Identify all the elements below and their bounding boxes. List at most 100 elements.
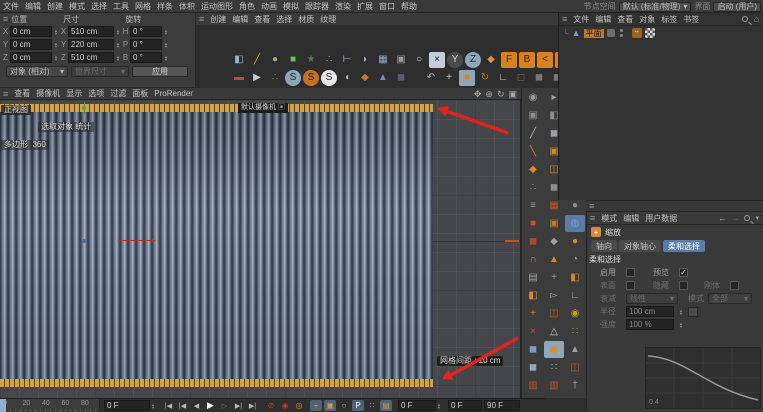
viewport-menu-item-3[interactable]: 选项	[85, 88, 107, 99]
rotation-b-stepper[interactable]: ▲▼	[163, 52, 169, 63]
zoom-icon[interactable]: ⊕	[485, 89, 493, 100]
front-icon[interactable]: F	[501, 52, 517, 68]
rigid-checkbox[interactable]	[730, 281, 739, 290]
main-menu-item-0[interactable]: 文件	[0, 1, 22, 12]
om-menu-item-3[interactable]: 对象	[636, 14, 658, 25]
goto-end-button[interactable]: ▶|	[246, 400, 259, 412]
key-scale-button[interactable]: ▣	[324, 400, 336, 411]
cube-1-icon[interactable]: ◼	[531, 70, 547, 86]
side-col2-icon-14[interactable]: ▣	[544, 341, 564, 358]
pleated-surface[interactable]	[0, 112, 433, 379]
light-icon[interactable]: ○	[411, 52, 427, 68]
side-col2-icon-15[interactable]: ∷	[544, 359, 564, 376]
handle-icon[interactable]: ⊢	[339, 52, 355, 68]
panel-grip[interactable]: ≡	[586, 200, 763, 212]
lock-icon[interactable]: ▾	[755, 214, 759, 222]
rotate-icon[interactable]: ↻	[477, 70, 493, 86]
goto-start-button[interactable]: |◀	[162, 400, 175, 412]
layer-toggle-icon[interactable]	[607, 29, 615, 37]
play-button[interactable]: ▶	[204, 400, 217, 412]
back-icon[interactable]: B	[519, 52, 535, 68]
visibility-dots[interactable]	[620, 29, 623, 37]
falloff-dropdown[interactable]: 线性▾	[626, 293, 678, 304]
ghost-cube-icon[interactable]: ◻	[513, 70, 529, 86]
side-col3-icon-16[interactable]: †	[565, 377, 585, 394]
phong-tag-icon[interactable]	[645, 28, 655, 38]
viewport-canvas[interactable]: ▸ 正视图 选取对象 统计 多边形 360 默认摄像机 ▣ 网格间距 : 10 …	[0, 100, 521, 398]
key-rotation-button[interactable]: ○	[338, 400, 350, 411]
size-y-stepper[interactable]: ▲▼	[115, 39, 121, 50]
s-blue-icon[interactable]: S	[285, 70, 301, 86]
side-col1-icon-12[interactable]: +	[523, 305, 543, 322]
side-col1-icon-14[interactable]: ◼	[523, 341, 543, 358]
corner-icon[interactable]: ∟	[495, 70, 511, 86]
side-col1-icon-4[interactable]: ◆	[523, 161, 543, 178]
material-menu-item-2[interactable]: 查看	[251, 14, 273, 25]
rotation-p-stepper[interactable]: ▲▼	[163, 39, 169, 50]
selected-polygons-top-band[interactable]	[0, 104, 433, 112]
main-menu-item-15[interactable]: 扩展	[354, 1, 376, 12]
rotation-b-field[interactable]: 0 °	[130, 52, 162, 63]
attr-menu-item-1[interactable]: 编辑	[620, 213, 642, 224]
rotate-view-icon[interactable]: ↻	[497, 89, 505, 100]
position-x-stepper[interactable]: ▲▼	[53, 26, 59, 37]
viewport-menu-item-2[interactable]: 显示	[63, 88, 85, 99]
main-menu-item-17[interactable]: 帮助	[398, 1, 420, 12]
position-x-field[interactable]: 0 cm	[10, 26, 52, 37]
cube-b-icon[interactable]: ◼	[393, 70, 409, 86]
camera-icon[interactable]: ▣	[393, 52, 409, 68]
table-icon[interactable]: ▦	[375, 52, 391, 68]
viewport-menu-item-5[interactable]: 面板	[129, 88, 151, 99]
rotation-h-stepper[interactable]: ▲▼	[163, 26, 169, 37]
clapper-icon[interactable]: ▬	[231, 70, 247, 86]
search-icon[interactable]	[744, 215, 750, 221]
om-menu-item-4[interactable]: 标签	[658, 14, 680, 25]
side-col1-icon-16[interactable]: ▥	[523, 377, 543, 394]
blade-icon[interactable]: ◗	[357, 52, 373, 68]
side-col2-icon-10[interactable]: +	[544, 269, 564, 286]
add-icon[interactable]: +	[441, 70, 457, 86]
autokey-button[interactable]: ◉	[279, 400, 291, 411]
strength-field[interactable]: 100 %	[626, 319, 674, 330]
side-col1-icon-3[interactable]: ╲	[523, 143, 543, 160]
material-menu-item-0[interactable]: 创建	[207, 14, 229, 25]
pyramid-icon[interactable]: ▲	[375, 70, 391, 86]
apply-button[interactable]: 应用	[132, 66, 188, 77]
horn-icon[interactable]: ◖	[339, 70, 355, 86]
prev-frame-button[interactable]: ◀	[190, 400, 203, 412]
material-menu-item-3[interactable]: 选择	[273, 14, 295, 25]
object-row[interactable]: └ ▲ 平面 ••	[559, 26, 763, 40]
play-ghost-button[interactable]: ▷	[218, 400, 231, 412]
side-col1-icon-11[interactable]: ◧	[523, 287, 543, 304]
undo-icon[interactable]: ↶	[423, 70, 439, 86]
main-menu-item-10[interactable]: 角色	[236, 1, 258, 12]
enable-checkbox[interactable]	[626, 268, 635, 277]
viewport-menu-hamburger-icon[interactable]: ≡	[0, 89, 11, 99]
frame-display-field[interactable]: 0 F	[398, 400, 436, 411]
side-col3-icon-10[interactable]: ◧	[565, 269, 585, 286]
side-col3-icon-9[interactable]: ◔	[565, 251, 585, 268]
pleated-object[interactable]	[0, 104, 433, 387]
home-icon[interactable]: ⌂	[754, 14, 759, 24]
axis-y-icon[interactable]: Y	[447, 52, 463, 68]
side-col3-icon-7[interactable]: ◍	[565, 215, 585, 232]
attr-menu-item-2[interactable]: 用户数据	[642, 213, 680, 224]
main-menu-item-12[interactable]: 模拟	[280, 1, 302, 12]
coord-size-dropdown[interactable]: 世界尺寸▾	[71, 66, 129, 77]
key-pla-button[interactable]: ∷	[366, 400, 378, 411]
side-col1-icon-8[interactable]: ◼	[523, 233, 543, 250]
position-y-stepper[interactable]: ▲▼	[53, 39, 59, 50]
om-menu-item-2[interactable]: 查看	[614, 14, 636, 25]
sim-cube-icon[interactable]: ◧	[231, 52, 247, 68]
next-key-button[interactable]: ▶|	[232, 400, 245, 412]
side-col3-icon-13[interactable]: ∷	[565, 323, 585, 340]
main-menu-item-5[interactable]: 工具	[110, 1, 132, 12]
rotation-p-field[interactable]: 0 °	[130, 39, 162, 50]
mode-dropdown[interactable]: 全部▾	[708, 293, 752, 304]
side-col3-icon-12[interactable]: ◉	[565, 305, 585, 322]
main-menu-item-7[interactable]: 样条	[154, 1, 176, 12]
record-button[interactable]: ⊘	[265, 400, 277, 411]
om-menu-item-5[interactable]: 书签	[680, 14, 702, 25]
play-box-icon[interactable]: ▶	[249, 70, 265, 86]
side-col2-icon-16[interactable]: ▥	[544, 377, 564, 394]
